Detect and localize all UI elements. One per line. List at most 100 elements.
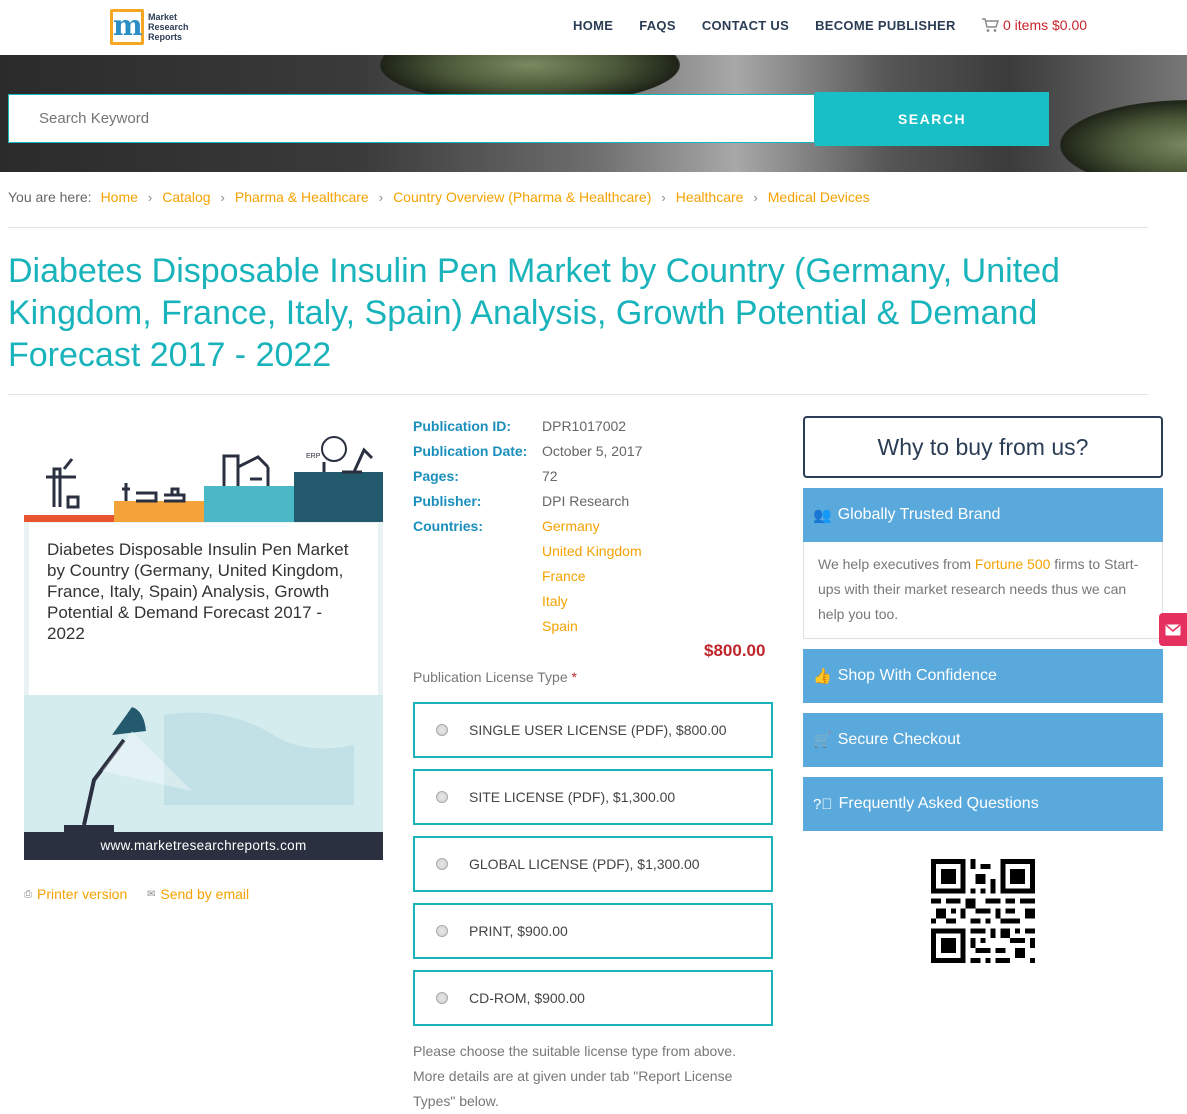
nav-faqs[interactable]: FAQS [639,18,676,33]
breadcrumb-healthcare[interactable]: Healthcare [676,189,744,205]
trusted-brand-body: We help executives from Fortune 500 firm… [803,542,1163,639]
license-option-label: CD-ROM, $900.00 [469,990,585,1006]
panel-label: Frequently Asked Questions [838,795,1039,812]
detail-row: Italy [413,593,642,618]
panel-label: Shop With Confidence [837,667,997,684]
license-option-site[interactable]: SITE LICENSE (PDF), $1,300.00 [413,769,773,825]
logo-wordmark: Market Research Reports [148,12,189,42]
required-marker: * [571,669,577,685]
detail-row: Publication ID: DPR1017002 [413,418,642,443]
breadcrumb-country-overview[interactable]: Country Overview (Pharma & Healthcare) [393,189,651,205]
license-option-label: PRINT, $900.00 [469,923,568,939]
detail-row: Pages: 72 [413,468,642,493]
cart-icon: 🛒 [813,732,832,749]
panel-globally-trusted-brand[interactable]: 👥 Globally Trusted Brand [803,488,1163,542]
search-input[interactable] [8,94,815,143]
envelope-icon: ✉ [147,888,156,900]
radio-button[interactable] [436,791,448,803]
radio-button[interactable] [436,858,448,870]
publication-date-value: October 5, 2017 [542,443,643,459]
cover-caption: Diabetes Disposable Insulin Pen Market b… [29,523,378,695]
divider [8,227,1148,228]
publication-id-label: Publication ID: [413,418,511,434]
country-link-france[interactable]: France [542,568,586,593]
detail-row: United Kingdom [413,543,642,568]
banner-cat-eye [1060,100,1187,172]
radio-button[interactable] [436,992,448,1004]
cover-bottom-strip [24,860,383,875]
industry-illustration-icon: ERP [24,436,383,522]
site-header: m Market Research Reports HOME FAQS CONT… [0,0,1187,55]
radio-button[interactable] [436,925,448,937]
countries-label: Countries: [413,518,483,534]
breadcrumb-catalog[interactable]: Catalog [162,189,210,205]
chevron-right-icon: › [753,189,758,205]
printer-icon: ⎙ [24,888,32,900]
chevron-right-icon: › [661,189,666,205]
detail-row: France [413,568,642,593]
panel-faq[interactable]: ?⃝ Frequently Asked Questions [803,777,1163,831]
panel-secure-checkout[interactable]: 🛒 Secure Checkout [803,713,1163,767]
radio-button[interactable] [436,724,448,736]
cart-link[interactable]: 0 items $0.00 [982,17,1087,33]
license-option-label: GLOBAL LICENSE (PDF), $1,300.00 [469,856,700,872]
send-by-email-link[interactable]: ✉ Send by email [147,886,249,902]
license-option-print[interactable]: PRINT, $900.00 [413,903,773,959]
detail-row: Countries: Germany [413,518,642,543]
publication-id-value: DPR1017002 [542,418,627,434]
svg-text:ERP: ERP [306,453,321,460]
pages-value: 72 [542,468,558,484]
desk-lamp-icon [64,707,354,835]
license-note: Please choose the suitable license type … [413,1043,736,1109]
site-logo[interactable]: m Market Research Reports [110,9,189,45]
panel-label: Secure Checkout [837,731,961,748]
cover-map-lamp [24,695,383,835]
license-type-label: Publication License Type * [413,669,577,685]
detail-row: Spain [413,618,642,643]
divider [8,394,1148,395]
panel-shop-with-confidence[interactable]: 👍 Shop With Confidence [803,649,1163,703]
country-link-italy[interactable]: Italy [542,593,568,618]
publication-date-label: Publication Date: [413,443,528,459]
cart-summary: 0 items $0.00 [1003,17,1088,33]
country-link-spain[interactable]: Spain [542,618,578,643]
page-title: Diabetes Disposable Insulin Pen Market b… [8,252,1060,374]
license-option-single-user[interactable]: SINGLE USER LICENSE (PDF), $800.00 [413,702,773,758]
nav-become-publisher[interactable]: BECOME PUBLISHER [815,18,956,33]
publication-details: Publication ID: DPR1017002 Publication Da… [413,418,642,643]
chevron-right-icon: › [147,189,153,205]
nav-contact-us[interactable]: CONTACT US [702,18,789,33]
country-link-germany[interactable]: Germany [542,518,600,543]
qr-code-icon [931,859,1035,963]
detail-row: Publication Date: October 5, 2017 [413,443,642,468]
publisher-value: DPI Research [542,493,630,509]
cover-illustration: ERP [24,417,383,522]
chevron-right-icon: › [220,189,225,205]
license-option-cd-rom[interactable]: CD-ROM, $900.00 [413,970,773,1026]
fortune-500-link[interactable]: Fortune 500 [975,556,1051,572]
main-nav: HOME FAQS CONTACT US BECOME PUBLISHER [573,18,982,33]
envelope-icon [1165,623,1181,635]
breadcrumb-medical-devices[interactable]: Medical Devices [768,189,870,205]
chevron-right-icon: › [378,189,384,205]
detail-row: Publisher: DPI Research [413,493,642,518]
breadcrumb-pharma[interactable]: Pharma & Healthcare [235,189,369,205]
breadcrumb: You are here: Home › Catalog › Pharma & … [8,189,870,205]
send-by-email-label: Send by email [160,886,250,902]
report-price: $800.00 [704,641,766,660]
pages-label: Pages: [413,468,459,484]
license-option-global[interactable]: GLOBAL LICENSE (PDF), $1,300.00 [413,836,773,892]
floating-email-tab[interactable] [1159,613,1187,646]
question-circle-icon: ?⃝ [813,795,833,813]
logo-mark: m [110,9,144,45]
printer-version-link[interactable]: ⎙ Printer version [24,886,127,902]
cart-icon [982,17,999,32]
license-option-label: SITE LICENSE (PDF), $1,300.00 [469,789,676,805]
country-link-united-kingdom[interactable]: United Kingdom [542,543,642,568]
search-button[interactable]: SEARCH [815,92,1049,146]
users-icon: 👥 [813,507,832,524]
nav-home[interactable]: HOME [573,18,613,33]
breadcrumb-home[interactable]: Home [101,189,138,205]
panel-label: Globally Trusted Brand [837,506,1001,523]
license-option-label: SINGLE USER LICENSE (PDF), $800.00 [469,722,727,738]
